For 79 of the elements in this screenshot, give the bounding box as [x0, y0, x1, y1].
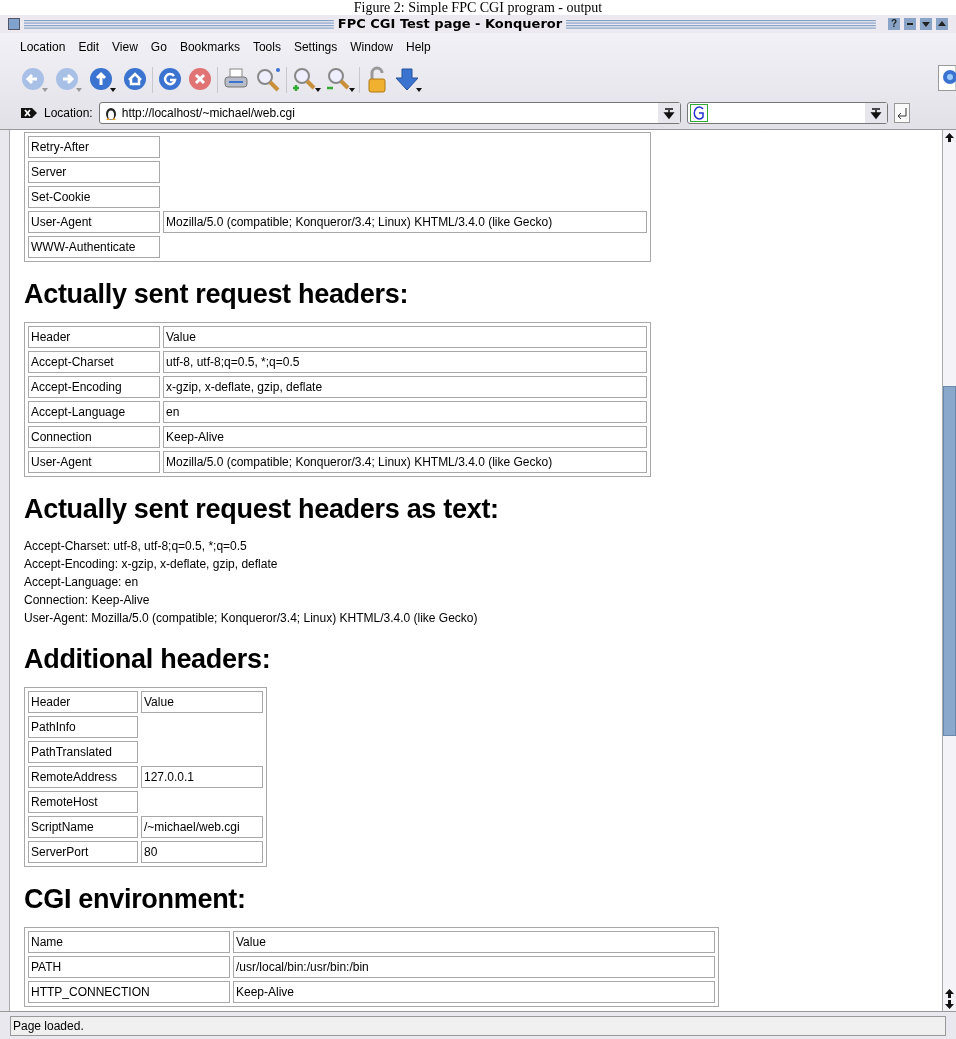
table-cell: Keep-Alive	[233, 981, 715, 1003]
section-heading: Actually sent request headers:	[24, 278, 409, 310]
penguin-icon	[103, 105, 118, 121]
header-line: Accept-Language: en	[24, 574, 140, 591]
table-cell: Connection	[28, 426, 160, 448]
scroll-down-icon[interactable]	[943, 999, 956, 1011]
section-heading: Actually sent request headers as text:	[24, 493, 499, 525]
table-cell: Accept-Language	[28, 401, 160, 423]
table-cell: PathTranslated	[28, 741, 138, 763]
menu-item[interactable]: Go	[150, 38, 167, 56]
menu-item[interactable]: Location	[20, 38, 66, 56]
header-line: Accept-Charset: utf-8, utf-8;q=0.5, *;q=0.5	[24, 538, 248, 555]
table-cell: Accept-Charset	[28, 351, 160, 373]
table-cell: x-gzip, x-deflate, gzip, deflate	[163, 376, 647, 398]
table-cell: 127.0.0.1	[141, 766, 263, 788]
menu-item[interactable]: Settings	[293, 38, 338, 56]
section-heading: CGI environment:	[24, 883, 246, 915]
table-cell: HTTP_CONNECTION	[28, 981, 230, 1003]
table-cell: WWW-Authenticate	[28, 236, 160, 258]
table-cell: Set-Cookie	[28, 186, 160, 208]
location-field[interactable]: http://localhost/~michael/web.cgi	[98, 102, 681, 124]
maximize-button[interactable]	[920, 18, 932, 30]
status-bar-text: Page loaded.	[10, 1015, 946, 1036]
menu-item[interactable]: Edit	[78, 38, 100, 56]
table-cell: Server	[28, 161, 160, 183]
menu-item[interactable]: View	[112, 38, 138, 56]
table-cell: RemoteHost	[28, 791, 138, 813]
menu-item[interactable]: Bookmarks	[179, 38, 240, 56]
window-title: FPC CGI Test page - Konqueror	[337, 15, 563, 34]
zoom-out-icon[interactable]	[325, 66, 355, 94]
menu-item[interactable]: Help	[405, 38, 431, 56]
table-cell: ScriptName	[28, 816, 138, 838]
minimize-button[interactable]	[904, 18, 916, 30]
enter-icon[interactable]	[893, 103, 910, 123]
url-text: http://localhost/~michael/web.cgi	[121, 105, 296, 122]
find-icon[interactable]	[254, 66, 282, 94]
shade-button[interactable]	[936, 18, 948, 30]
menu-item[interactable]: Tools	[252, 38, 281, 56]
scrollbar-thumb[interactable]	[943, 386, 956, 736]
table-cell: Mozilla/5.0 (compatible; Konqueror/3.4; Linux) KHTML/3.4.0 (like Gecko)	[163, 451, 647, 473]
up-icon[interactable]	[88, 66, 118, 94]
table-cell: Header	[28, 326, 160, 348]
search-field[interactable]	[686, 102, 888, 124]
location-label: Location:	[44, 105, 93, 122]
table-cell: User-Agent	[28, 451, 160, 473]
help-button[interactable]: ?	[888, 18, 900, 30]
table-cell: 80	[141, 841, 263, 863]
search-engine-icon	[689, 104, 708, 122]
table-cell: PathInfo	[28, 716, 138, 738]
download-icon[interactable]	[394, 66, 424, 94]
header-line: User-Agent: Mozilla/5.0 (compatible; Konqueror/3.4; Linux) KHTML/3.4.0 (like Gecko)	[24, 610, 478, 627]
table-cell: Mozilla/5.0 (compatible; Konqueror/3.4; Linux) KHTML/3.4.0 (like Gecko)	[163, 211, 647, 233]
table-cell: Value	[141, 691, 263, 713]
table-cell: utf-8, utf-8;q=0.5, *;q=0.5	[163, 351, 647, 373]
menu-item[interactable]: Window	[350, 38, 393, 56]
table-cell: ServerPort	[28, 841, 138, 863]
scrollbar[interactable]	[942, 130, 956, 1011]
header-line: Connection: Keep-Alive	[24, 592, 151, 609]
table-cell: Header	[28, 691, 138, 713]
table-cell: Value	[233, 931, 715, 953]
zoom-in-icon[interactable]	[291, 66, 321, 94]
table-cell: Name	[28, 931, 230, 953]
header-line: Accept-Encoding: x-gzip, x-deflate, gzip, deflate	[24, 556, 279, 573]
window-menu-icon[interactable]	[8, 18, 20, 30]
figure-caption: Figure 2: Simple FPC CGI program - output	[353, 0, 603, 15]
table-cell: en	[163, 401, 647, 423]
table-cell: Retry-After	[28, 136, 160, 158]
scroll-up-icon[interactable]	[943, 987, 956, 999]
scroll-up-icon[interactable]	[943, 130, 956, 144]
table-cell: /~michael/web.cgi	[141, 816, 263, 838]
table-cell: PATH	[28, 956, 230, 978]
section-heading: Additional headers:	[24, 643, 271, 675]
table-cell: Accept-Encoding	[28, 376, 160, 398]
table-cell: User-Agent	[28, 211, 160, 233]
clear-location-icon[interactable]	[20, 106, 38, 120]
table-cell: RemoteAddress	[28, 766, 138, 788]
table-cell: Keep-Alive	[163, 426, 647, 448]
table-cell: Value	[163, 326, 647, 348]
table-cell: /usr/local/bin:/usr/bin:/bin	[233, 956, 715, 978]
